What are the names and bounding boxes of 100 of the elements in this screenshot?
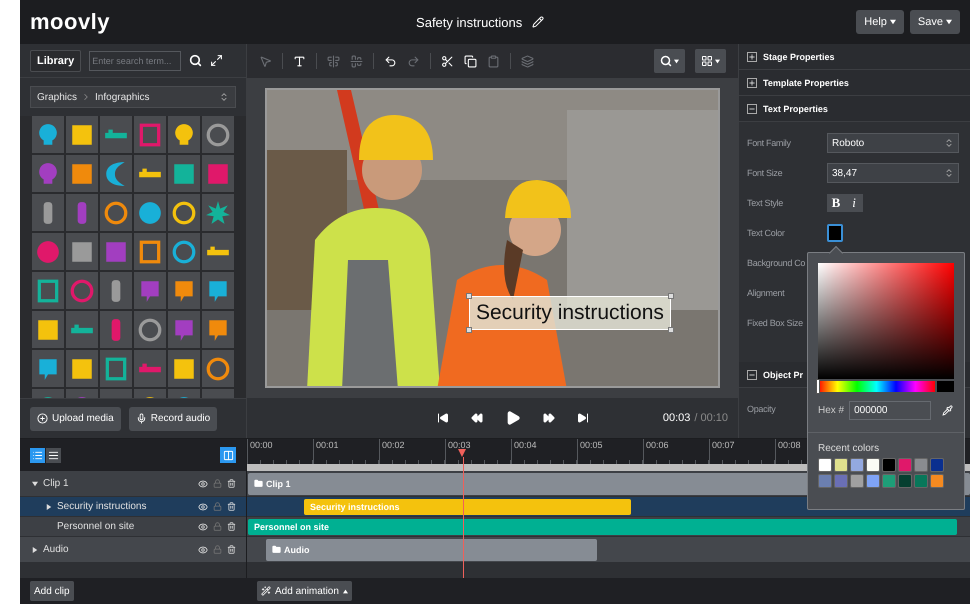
color-swatch[interactable] xyxy=(930,474,944,488)
lock-icon[interactable] xyxy=(213,545,222,554)
library-item[interactable] xyxy=(32,311,64,348)
library-item[interactable] xyxy=(32,350,64,387)
lock-icon[interactable] xyxy=(213,522,222,531)
view-toggle[interactable] xyxy=(30,448,45,462)
view-toggle[interactable] xyxy=(46,448,61,462)
trash-icon[interactable] xyxy=(227,502,236,511)
section-header[interactable]: Stage Properties xyxy=(739,44,970,70)
color-swatch[interactable] xyxy=(866,458,880,472)
slider-thumb[interactable] xyxy=(816,379,820,394)
library-item[interactable] xyxy=(66,350,98,387)
library-item[interactable] xyxy=(66,233,98,270)
color-swatch[interactable] xyxy=(898,458,912,472)
upload-button[interactable]: Upload media xyxy=(30,406,121,430)
fast-forward-icon[interactable] xyxy=(543,412,555,424)
library-item[interactable] xyxy=(32,116,64,153)
color-swatch[interactable] xyxy=(850,474,864,488)
resize-handle[interactable] xyxy=(466,327,472,333)
library-item[interactable] xyxy=(134,194,166,231)
library-item[interactable] xyxy=(66,116,98,153)
scissors-icon[interactable] xyxy=(441,54,454,68)
color-swatch[interactable] xyxy=(882,458,896,472)
saturation-area[interactable] xyxy=(818,263,954,379)
select-field[interactable]: Roboto xyxy=(827,133,959,153)
expand-icon[interactable] xyxy=(210,54,224,67)
color-swatch[interactable] xyxy=(866,474,880,488)
menu-button[interactable]: Save xyxy=(910,10,960,34)
play-icon[interactable] xyxy=(505,410,521,426)
color-swatch[interactable] xyxy=(914,474,928,488)
text-icon[interactable] xyxy=(293,54,306,68)
section-header[interactable]: Template Properties xyxy=(739,70,970,96)
eyedropper-icon[interactable] xyxy=(942,405,954,416)
library-item[interactable] xyxy=(168,194,200,231)
library-item[interactable] xyxy=(202,311,234,348)
skip-back-icon[interactable] xyxy=(437,412,449,424)
lock-icon[interactable] xyxy=(213,479,222,488)
eye-icon[interactable] xyxy=(198,544,208,554)
library-tab[interactable]: Library xyxy=(30,50,82,72)
library-item[interactable] xyxy=(202,272,234,309)
hex-input[interactable]: 000000 xyxy=(849,401,932,420)
caret-up-icon[interactable] xyxy=(342,588,348,594)
library-item[interactable] xyxy=(202,350,234,387)
layer-row[interactable]: Personnel on site xyxy=(20,517,246,537)
library-item[interactable] xyxy=(202,116,234,153)
menu-button[interactable]: Help xyxy=(856,10,904,34)
edit-icon[interactable] xyxy=(532,16,544,28)
skip-forward-icon[interactable] xyxy=(577,412,589,424)
library-item[interactable] xyxy=(32,194,64,231)
color-swatch[interactable] xyxy=(834,474,848,488)
resize-handle[interactable] xyxy=(668,293,674,299)
library-item[interactable] xyxy=(100,155,132,192)
clip-view-button[interactable] xyxy=(220,447,236,463)
library-item[interactable] xyxy=(100,194,132,231)
add-animation-button[interactable]: Add animation xyxy=(257,581,352,601)
caret-down-icon[interactable] xyxy=(890,19,896,25)
library-item[interactable] xyxy=(168,116,200,153)
library-item[interactable] xyxy=(168,155,200,192)
color-swatch[interactable] xyxy=(818,474,832,488)
trash-icon[interactable] xyxy=(227,545,236,554)
copy-icon[interactable] xyxy=(464,54,477,68)
library-item[interactable] xyxy=(100,116,132,153)
caret-down-icon[interactable] xyxy=(946,19,952,25)
library-item[interactable] xyxy=(134,233,166,270)
resize-handle[interactable] xyxy=(466,293,472,299)
color-swatch[interactable] xyxy=(827,224,843,242)
caret-right-icon[interactable] xyxy=(46,504,52,510)
italic-button[interactable]: i xyxy=(845,194,863,212)
trash-icon[interactable] xyxy=(227,479,236,488)
caret-down-icon[interactable] xyxy=(715,58,720,64)
add-clip-button[interactable]: Add clip xyxy=(30,581,74,601)
library-item[interactable] xyxy=(168,233,200,270)
layer-row[interactable]: Security instructions xyxy=(20,497,246,517)
undo-icon[interactable] xyxy=(384,54,397,68)
color-swatch[interactable] xyxy=(898,474,912,488)
caret-down-icon[interactable] xyxy=(32,480,38,486)
library-item[interactable] xyxy=(66,155,98,192)
eye-icon[interactable] xyxy=(198,478,208,488)
search-field[interactable]: Enter search term... xyxy=(89,50,182,70)
caret-right-icon[interactable] xyxy=(32,546,38,552)
zoom-menu-button[interactable] xyxy=(654,49,685,73)
library-item[interactable] xyxy=(134,311,166,348)
trash-icon[interactable] xyxy=(227,522,236,531)
library-item[interactable] xyxy=(66,311,98,348)
library-item[interactable] xyxy=(100,272,132,309)
text-box[interactable]: Security instructions xyxy=(469,296,671,330)
color-swatch[interactable] xyxy=(834,458,848,472)
library-item[interactable] xyxy=(202,233,234,270)
lock-icon[interactable] xyxy=(213,502,222,511)
library-item[interactable] xyxy=(134,155,166,192)
hue-slider[interactable] xyxy=(818,381,935,392)
record-button[interactable]: Record audio xyxy=(128,406,218,430)
color-swatch[interactable] xyxy=(818,458,832,472)
eye-icon[interactable] xyxy=(198,522,208,532)
library-item[interactable] xyxy=(168,350,200,387)
library-item[interactable] xyxy=(32,272,64,309)
rewind-icon[interactable] xyxy=(471,412,483,424)
section-header[interactable]: Text Properties xyxy=(739,96,970,122)
select-field[interactable]: 38,47 xyxy=(827,163,959,183)
search-icon[interactable] xyxy=(189,54,202,67)
